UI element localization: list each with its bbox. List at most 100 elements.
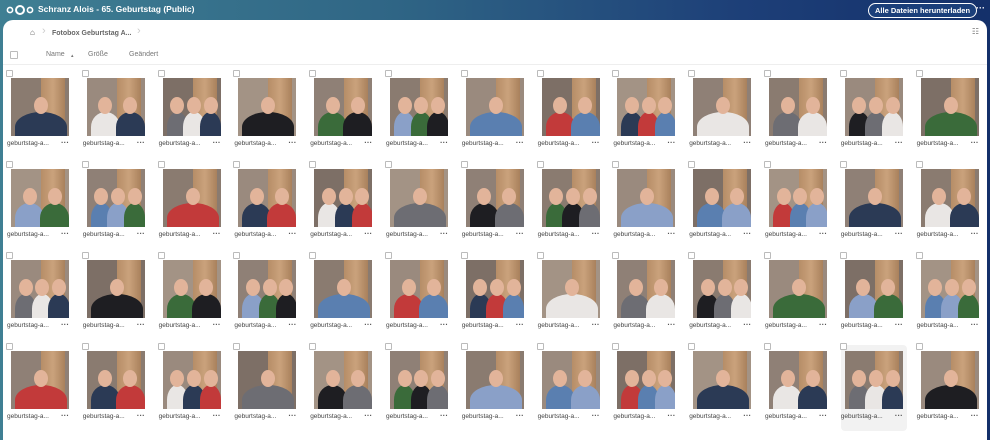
file-checkbox[interactable] [233,252,241,259]
file-checkbox[interactable] [385,343,392,350]
file-name[interactable]: geburtstag-a... [462,231,504,238]
file-checkbox[interactable] [385,70,392,77]
file-checkbox[interactable] [839,252,847,259]
file-tile[interactable]: geburtstag-a... ··· [81,161,149,249]
file-tile[interactable]: geburtstag-a... ··· [915,252,983,340]
photo-thumbnail[interactable] [920,260,979,318]
file-more-icon[interactable]: ··· [440,320,448,329]
file-more-icon[interactable]: ··· [137,138,145,147]
file-tile[interactable]: geburtstag-a... ··· [536,161,604,249]
file-name[interactable]: geburtstag-a... [917,413,959,420]
photo-thumbnail[interactable] [390,260,448,318]
file-more-icon[interactable]: ··· [288,411,296,420]
file-name[interactable]: geburtstag-a... [538,322,580,329]
file-more-icon[interactable]: ··· [971,138,979,147]
file-more-icon[interactable]: ··· [971,229,979,238]
file-more-icon[interactable]: ··· [667,411,675,420]
file-tile[interactable]: geburtstag-a... ··· [233,252,300,340]
file-tile[interactable]: geburtstag-a... ··· [688,252,755,340]
file-tile[interactable]: geburtstag-a... ··· [536,70,604,158]
file-checkbox[interactable] [536,70,544,77]
file-more-icon[interactable]: ··· [819,229,827,238]
file-more-icon[interactable]: ··· [895,411,903,420]
file-name[interactable]: geburtstag-a... [159,231,201,238]
file-tile[interactable]: geburtstag-a... ··· [764,70,831,158]
file-name[interactable]: geburtstag-a... [234,322,276,329]
file-tile[interactable]: geburtstag-a... ··· [6,252,73,340]
file-name[interactable]: geburtstag-a... [917,231,959,238]
file-checkbox[interactable] [460,70,468,77]
photo-thumbnail[interactable] [11,169,69,227]
file-more-icon[interactable]: ··· [440,138,448,147]
file-checkbox[interactable] [536,343,544,350]
file-more-icon[interactable]: ··· [61,411,69,420]
file-checkbox[interactable] [839,161,847,168]
file-name[interactable]: geburtstag-a... [765,322,807,329]
file-name[interactable]: geburtstag-a... [841,322,883,329]
file-more-icon[interactable]: ··· [971,320,979,329]
photo-thumbnail[interactable] [769,78,827,136]
file-tile[interactable]: geburtstag-a... ··· [81,343,149,431]
file-checkbox[interactable] [309,343,317,350]
photo-thumbnail[interactable] [920,78,979,136]
photo-thumbnail[interactable] [238,169,297,227]
file-checkbox[interactable] [536,252,544,259]
photo-thumbnail[interactable] [920,351,979,409]
file-name[interactable]: geburtstag-a... [689,231,731,238]
photo-thumbnail[interactable] [617,78,676,136]
file-name[interactable]: geburtstag-a... [386,231,428,238]
file-checkbox[interactable] [688,252,696,259]
file-more-icon[interactable]: ··· [288,138,296,147]
nextcloud-logo-icon[interactable] [6,4,34,16]
file-name[interactable]: geburtstag-a... [386,413,428,420]
file-name[interactable]: geburtstag-a... [765,413,807,420]
file-name[interactable]: geburtstag-a... [613,231,655,238]
file-more-icon[interactable]: ··· [592,229,600,238]
file-name[interactable]: geburtstag-a... [538,231,580,238]
file-more-icon[interactable]: ··· [516,411,524,420]
file-tile[interactable]: geburtstag-a... ··· [385,252,452,340]
file-checkbox[interactable] [764,252,771,259]
file-more-icon[interactable]: ··· [364,138,372,147]
file-name[interactable]: geburtstag-a... [538,413,580,420]
file-tile[interactable]: geburtstag-a... ··· [839,70,907,158]
photo-thumbnail[interactable] [314,169,373,227]
file-checkbox[interactable] [915,161,923,168]
home-icon[interactable]: ⌂ [30,28,35,37]
file-checkbox[interactable] [157,343,165,350]
file-more-icon[interactable]: ··· [592,320,600,329]
file-checkbox[interactable] [309,161,317,168]
file-checkbox[interactable] [233,70,241,77]
file-tile[interactable]: geburtstag-a... ··· [688,343,755,431]
file-name[interactable]: geburtstag-a... [7,140,49,147]
file-more-icon[interactable]: ··· [364,411,372,420]
file-checkbox[interactable] [309,252,317,259]
file-checkbox[interactable] [460,161,468,168]
photo-thumbnail[interactable] [162,78,221,136]
photo-thumbnail[interactable] [541,351,600,409]
file-tile[interactable]: geburtstag-a... ··· [764,161,831,249]
photo-thumbnail[interactable] [11,78,69,136]
file-name[interactable]: geburtstag-a... [83,231,125,238]
select-all-checkbox[interactable] [10,51,18,59]
sort-size[interactable]: Größe [88,51,108,58]
file-name[interactable]: geburtstag-a... [917,322,959,329]
file-more-icon[interactable]: ··· [213,138,221,147]
file-more-icon[interactable]: ··· [743,411,751,420]
file-tile[interactable]: geburtstag-a... ··· [460,343,528,431]
file-checkbox[interactable] [233,343,241,350]
file-name[interactable]: geburtstag-a... [7,413,49,420]
file-more-icon[interactable]: ··· [61,138,69,147]
file-checkbox[interactable] [81,252,89,259]
file-more-icon[interactable]: ··· [364,229,372,238]
file-tile[interactable]: geburtstag-a... ··· [157,70,225,158]
file-more-icon[interactable]: ··· [516,320,524,329]
file-tile[interactable]: geburtstag-a... ··· [839,252,907,340]
file-tile[interactable]: geburtstag-a... ··· [839,161,907,249]
photo-thumbnail[interactable] [465,169,524,227]
photo-thumbnail[interactable] [541,169,600,227]
file-checkbox[interactable] [81,70,89,77]
breadcrumb-folder[interactable]: Fotobox Geburtstag A... [52,30,131,37]
file-tile[interactable]: geburtstag-a... ··· [81,70,149,158]
photo-thumbnail[interactable] [693,169,752,227]
